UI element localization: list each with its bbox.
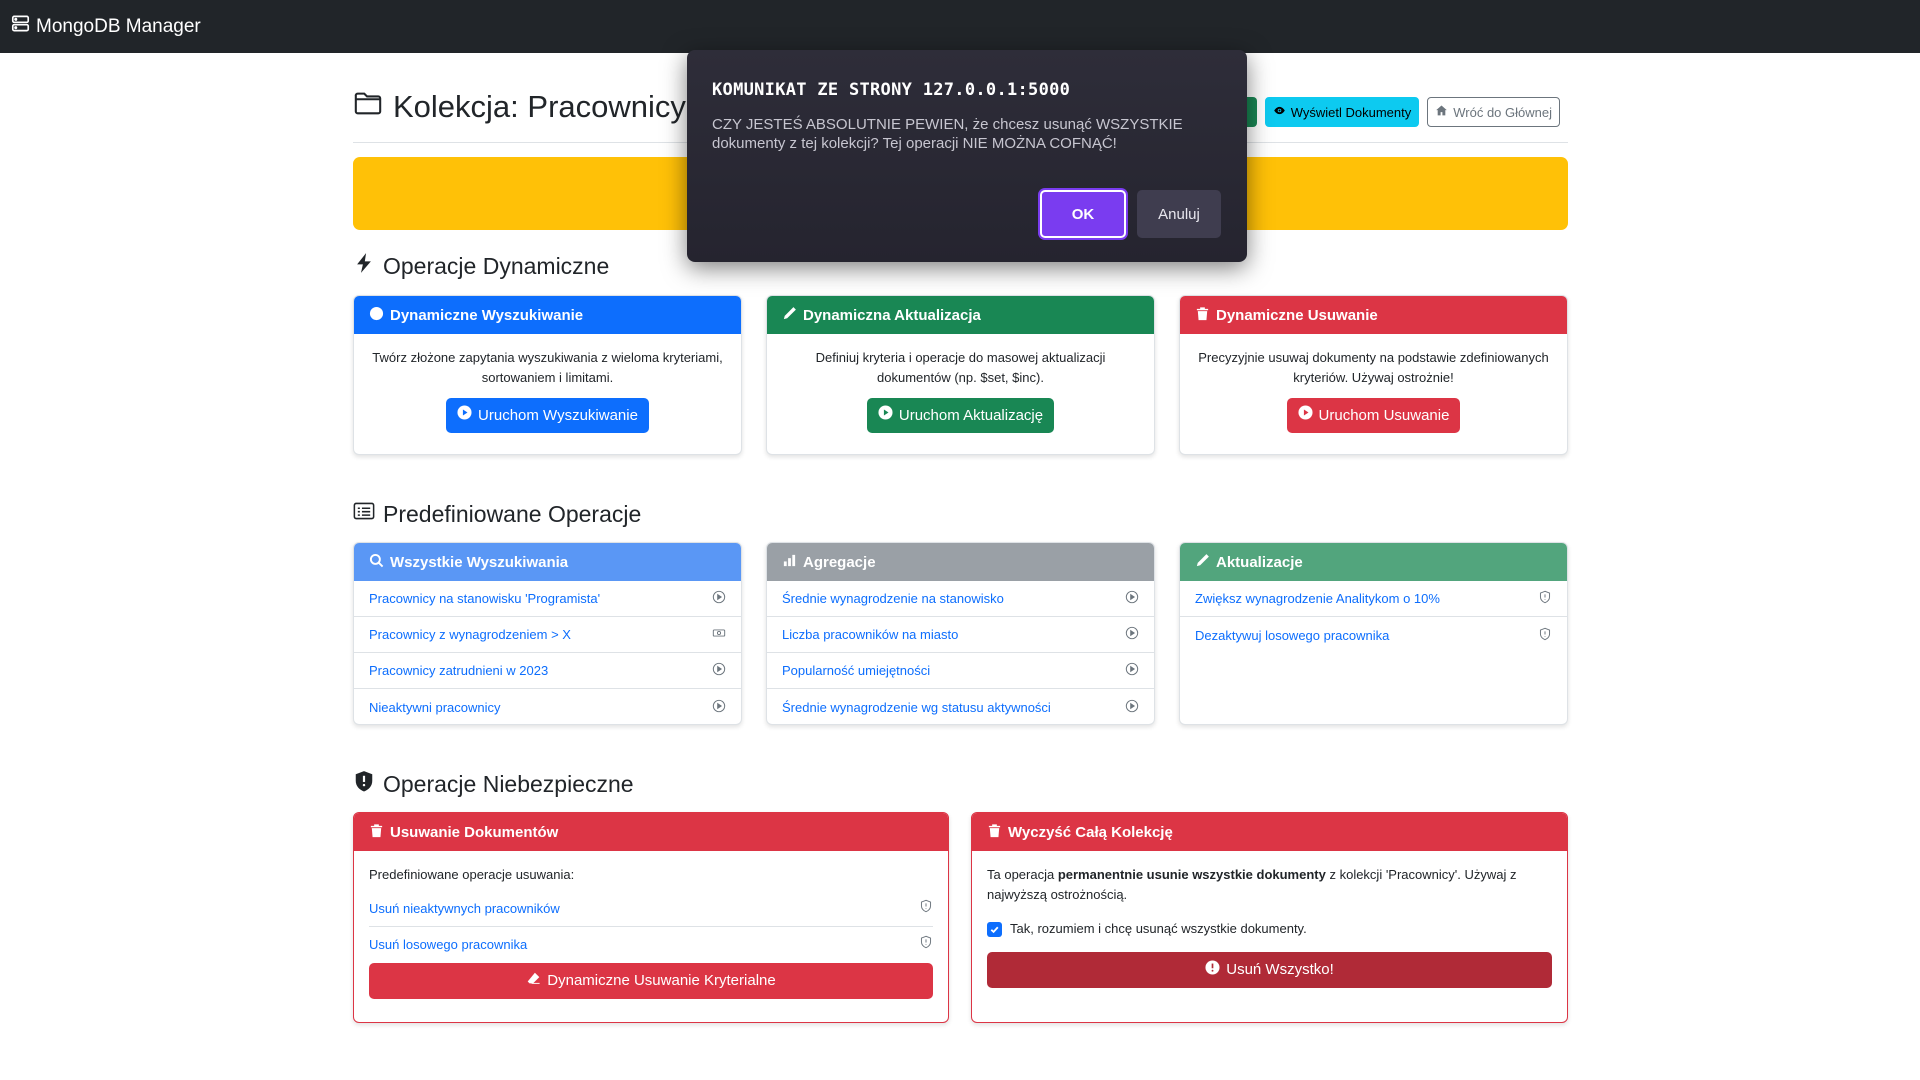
dialog-message: CZY JESTEŚ ABSOLUTNIE PEWIEN, że chcesz … [712, 116, 1183, 152]
dialog-cancel-button[interactable]: Anuluj [1137, 190, 1221, 238]
dialog-ok-button[interactable]: OK [1040, 190, 1126, 238]
confirm-dialog: KOMUNIKAT ZE STRONY 127.0.0.1:5000 CZY J… [687, 50, 1247, 262]
dialog-title: KOMUNIKAT ZE STRONY 127.0.0.1:5000 [712, 80, 1071, 100]
